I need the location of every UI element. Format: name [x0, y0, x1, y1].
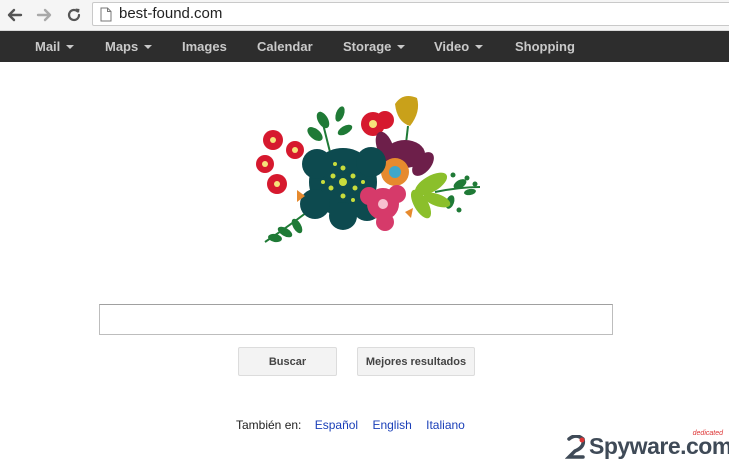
caret-down-icon	[144, 44, 153, 49]
nav-item-calendar[interactable]: Calendar	[257, 31, 313, 62]
language-links: También en: Español English Italiano	[236, 418, 465, 432]
watermark-text: Spyware.com	[589, 433, 729, 459]
language-prefix: También en:	[236, 418, 302, 432]
best-results-button[interactable]: Mejores resultados	[357, 347, 475, 376]
nav-item-video[interactable]: Video	[434, 31, 484, 62]
caret-down-icon	[66, 44, 75, 49]
language-link-espanol[interactable]: Español	[315, 418, 358, 432]
nav-item-shopping[interactable]: Shopping	[515, 31, 575, 62]
arrow-right-icon	[36, 8, 52, 22]
top-nav-bar: Mail Maps Images Calendar Storage Video …	[0, 31, 729, 62]
caret-down-icon	[397, 44, 406, 49]
nav-item-maps[interactable]: Maps	[105, 31, 153, 62]
address-bar[interactable]: best-found.com	[92, 2, 729, 26]
search-button[interactable]: Buscar	[238, 347, 337, 376]
nav-item-mail[interactable]: Mail	[35, 31, 75, 62]
arrow-left-icon	[7, 8, 23, 22]
nav-item-images[interactable]: Images	[182, 31, 227, 62]
browser-toolbar: best-found.com	[0, 0, 729, 31]
forward-button[interactable]	[33, 4, 55, 26]
reload-button[interactable]	[63, 4, 85, 26]
page-icon	[100, 7, 112, 22]
language-link-english[interactable]: English	[372, 418, 411, 432]
url-text: best-found.com	[119, 5, 223, 22]
caret-down-icon	[475, 44, 484, 49]
flower-bouquet-icon	[256, 96, 481, 243]
language-link-italiano[interactable]: Italiano	[426, 418, 465, 432]
back-button[interactable]	[4, 4, 26, 26]
nav-item-storage[interactable]: Storage	[343, 31, 406, 62]
reload-icon	[67, 8, 81, 22]
watermark-sub: dedicated	[692, 430, 723, 437]
spyware-logo-icon	[565, 435, 586, 459]
search-input[interactable]	[99, 304, 613, 335]
watermark: Spyware.com dedicated	[565, 430, 729, 461]
